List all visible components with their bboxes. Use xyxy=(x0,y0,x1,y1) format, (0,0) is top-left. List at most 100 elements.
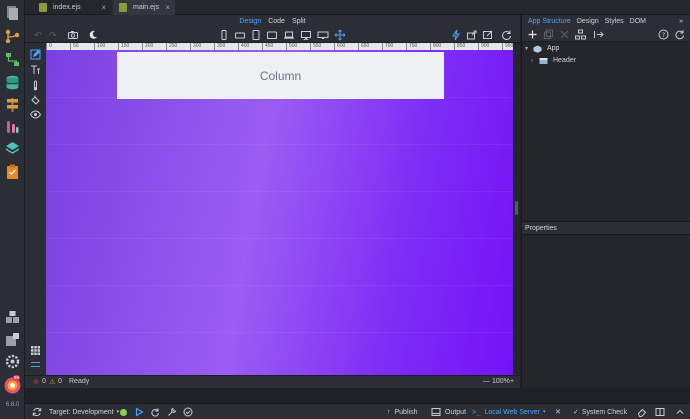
column-label: Column xyxy=(259,68,302,83)
files-icon[interactable] xyxy=(4,4,21,21)
thermometer-icon[interactable] xyxy=(30,80,41,91)
refresh-icon[interactable] xyxy=(674,29,685,40)
zoom-level: 100% xyxy=(492,378,510,385)
camera-icon[interactable] xyxy=(67,29,79,41)
tree-node-app[interactable]: ▾ App xyxy=(525,43,559,54)
split-view-icon[interactable] xyxy=(655,407,665,417)
device-tablet-landscape-icon[interactable] xyxy=(266,29,278,41)
account-avatar[interactable]: 99 xyxy=(4,375,21,394)
close-icon[interactable]: × xyxy=(165,3,170,12)
breakpoints-icon[interactable] xyxy=(30,359,41,370)
add-icon[interactable] xyxy=(527,29,538,40)
scrollbar-thumb[interactable] xyxy=(515,201,518,215)
tab-main-ejs[interactable]: main.ejs × xyxy=(113,0,175,15)
open-external-icon[interactable] xyxy=(482,29,494,41)
system-check-button[interactable]: ✓ System Check xyxy=(573,407,627,417)
close-icon[interactable]: ✕ xyxy=(555,407,561,417)
collapse-chevron-icon[interactable] xyxy=(675,407,685,417)
device-phone-portrait-icon[interactable] xyxy=(218,29,230,41)
output-panel-icon xyxy=(431,408,441,416)
duplicate-icon[interactable] xyxy=(543,29,554,40)
mode-split[interactable]: Split xyxy=(292,18,306,25)
git-branch-icon[interactable] xyxy=(4,28,21,45)
ejs-file-icon xyxy=(119,3,127,12)
local-web-server-button[interactable]: >_ Local Web Server ▾ xyxy=(472,407,545,417)
signpost-icon[interactable] xyxy=(4,96,21,113)
horizontal-ruler: 0 50 100 150 200 250 300 350 400 450 500… xyxy=(46,43,513,50)
ruler-tick: 900 xyxy=(478,43,489,50)
device-tablet-icon[interactable] xyxy=(250,29,262,41)
flow-icon[interactable] xyxy=(4,51,21,68)
text-style-icon[interactable] xyxy=(30,64,41,75)
export-icon[interactable] xyxy=(593,29,604,40)
ruler-tick: 950 xyxy=(502,43,513,50)
redo-icon[interactable]: ↷ xyxy=(47,29,59,41)
tab-design[interactable]: Design xyxy=(577,18,599,25)
tab-dom[interactable]: DOM xyxy=(630,18,646,25)
output-button[interactable]: Output xyxy=(431,407,466,417)
run-play-icon[interactable] xyxy=(134,407,144,417)
extensions-icon[interactable] xyxy=(4,331,21,348)
expand-arrow-icon[interactable]: › xyxy=(531,58,539,64)
paint-bucket-icon[interactable] xyxy=(30,95,41,106)
reload-icon[interactable] xyxy=(150,407,160,417)
tab-index-ejs[interactable]: index.ejs × xyxy=(33,0,111,15)
device-wide-desktop-icon[interactable] xyxy=(317,29,329,41)
zoom-out-button[interactable]: — xyxy=(483,378,490,385)
device-laptop-icon[interactable] xyxy=(283,29,295,41)
test-tubes-icon[interactable] xyxy=(4,119,21,136)
share-icon[interactable] xyxy=(466,29,478,41)
sync-icon[interactable] xyxy=(32,407,42,417)
move-arrows-icon[interactable] xyxy=(334,29,346,41)
canvas-band xyxy=(46,285,513,286)
editor-tab-bar: index.ejs × main.ejs × xyxy=(25,0,690,15)
edit-pencil-icon[interactable] xyxy=(30,49,41,60)
clipboard-icon[interactable] xyxy=(4,163,21,180)
collapse-panel-icon[interactable]: » xyxy=(679,18,683,25)
publish-button[interactable]: ↑ Publish xyxy=(387,407,417,417)
tree-label: App xyxy=(547,45,560,52)
ruler-tick: 100 xyxy=(94,43,105,50)
grid-icon[interactable] xyxy=(30,345,41,356)
dark-mode-moon-icon[interactable] xyxy=(87,29,99,41)
checkmark-icon: ✓ xyxy=(573,409,579,416)
help-icon[interactable]: ? xyxy=(658,29,669,40)
settings-gear-icon[interactable] xyxy=(4,353,21,370)
ruler-tick: 300 xyxy=(190,43,201,50)
device-desktop-icon[interactable] xyxy=(300,29,312,41)
refresh-icon[interactable] xyxy=(500,29,512,41)
ruler-tick: 750 xyxy=(406,43,417,50)
layers-icon[interactable] xyxy=(4,140,21,157)
undo-icon[interactable]: ↶ xyxy=(32,29,44,41)
check-circle-icon[interactable] xyxy=(183,407,193,417)
canvas-scrollbar[interactable] xyxy=(513,43,520,375)
canvas-band xyxy=(46,144,513,145)
database-icon[interactable] xyxy=(4,74,21,91)
tools-icon[interactable] xyxy=(167,407,177,417)
tab-app-structure[interactable]: App Structure xyxy=(528,18,571,25)
expand-arrow-icon[interactable]: ▾ xyxy=(525,45,533,52)
svg-text:?: ? xyxy=(662,31,665,39)
device-phone-landscape-icon[interactable] xyxy=(234,29,246,41)
delete-icon[interactable] xyxy=(559,29,570,40)
target-selector[interactable]: Target: Development ▾ xyxy=(49,407,119,417)
ruler-tick: 50 xyxy=(70,43,79,50)
preview-eye-icon[interactable] xyxy=(30,109,41,120)
eraser-icon[interactable] xyxy=(637,407,647,417)
close-icon[interactable]: × xyxy=(101,3,106,12)
column-component[interactable]: Column xyxy=(117,52,444,99)
tab-styles[interactable]: Styles xyxy=(605,18,624,25)
mode-design[interactable]: Design xyxy=(239,18,261,25)
zoom-in-button[interactable]: + xyxy=(510,378,514,385)
design-canvas[interactable]: Column xyxy=(46,50,513,375)
mode-code[interactable]: Code xyxy=(268,18,285,25)
component-tree-icon[interactable] xyxy=(575,29,586,40)
warning-icon[interactable]: ⚠ xyxy=(49,378,55,386)
warning-count: 0 xyxy=(58,378,62,385)
plugins-icon[interactable] xyxy=(4,309,21,326)
tree-node-header[interactable]: › Header xyxy=(531,55,576,66)
inspector-panel: App Structure Design Styles DOM » ? ▾ Ap… xyxy=(521,15,690,388)
flash-icon[interactable] xyxy=(450,29,462,41)
ruler-tick: 400 xyxy=(238,43,249,50)
error-icon[interactable]: ⊘ xyxy=(33,378,39,386)
